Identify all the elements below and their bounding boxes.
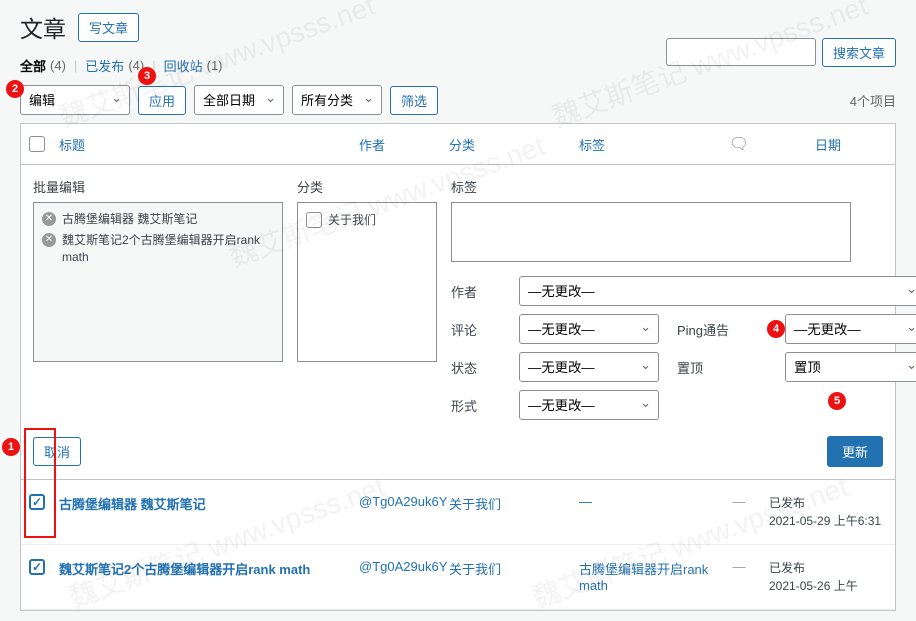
filter-trash-count: (1): [207, 58, 223, 73]
sticky-label: 置顶: [677, 358, 767, 377]
format-label: 形式: [451, 396, 501, 415]
status-label: 状态: [451, 358, 501, 377]
author-label: 作者: [451, 282, 501, 301]
sticky-select[interactable]: 置顶: [785, 352, 916, 382]
filter-button[interactable]: 筛选: [390, 86, 438, 115]
category-name: 关于我们: [328, 211, 376, 228]
column-category: 分类: [449, 135, 579, 154]
column-title[interactable]: 标题: [59, 135, 359, 154]
filter-all[interactable]: 全部: [20, 56, 46, 75]
table-row: 魏艾斯笔记2个古腾堡编辑器开启rank math @Tg0A29uk6Y 关于我…: [21, 545, 895, 610]
bulk-edit-label: 批量编辑: [33, 177, 283, 196]
format-select[interactable]: —无更改—: [519, 390, 659, 420]
filter-published[interactable]: 已发布: [85, 56, 124, 75]
status-select[interactable]: —无更改—: [519, 352, 659, 382]
category-checkbox[interactable]: [306, 212, 322, 228]
write-post-button[interactable]: 写文章: [78, 13, 139, 42]
tag-label: 标签: [451, 177, 851, 196]
annotation-5: 5: [828, 392, 846, 410]
comment-cell: —: [709, 494, 769, 509]
category-link[interactable]: 关于我们: [449, 562, 501, 577]
table-header: 标题 作者 分类 标签 🗨 日期: [21, 124, 895, 165]
separator: |: [74, 58, 77, 73]
category-label: 分类: [297, 177, 437, 196]
author-select[interactable]: —无更改—: [519, 276, 916, 306]
column-author: 作者: [359, 135, 449, 154]
date-cell: 已发布 2021-05-29 上午6:31: [769, 494, 887, 530]
comment-cell: —: [709, 559, 769, 574]
column-comments[interactable]: 🗨: [709, 134, 769, 154]
post-title-link[interactable]: 古腾堡编辑器 魏艾斯笔记: [59, 497, 206, 512]
search-button[interactable]: 搜索文章: [822, 38, 896, 67]
table-row: 古腾堡编辑器 魏艾斯笔记 @Tg0A29uk6Y 关于我们 — — 已发布 20…: [21, 480, 895, 545]
annotation-1: 1: [2, 438, 20, 456]
comment-icon: 🗨: [729, 136, 749, 153]
date-cell: 已发布 2021-05-26 上午: [769, 559, 887, 595]
category-filter-select[interactable]: 所有分类: [292, 85, 382, 115]
tag-link[interactable]: 古腾堡编辑器开启rank math: [579, 562, 708, 593]
bulk-title-text: 古腾堡编辑器 魏艾斯笔记: [62, 211, 197, 228]
page-title: 文章: [20, 10, 66, 44]
item-count: 4个项目: [850, 91, 896, 110]
bulk-title-text: 魏艾斯笔记2个古腾堡编辑器开启rank math: [62, 232, 274, 266]
search-input[interactable]: [666, 38, 816, 66]
category-checklist: 关于我们: [297, 202, 437, 362]
remove-icon[interactable]: ✕: [42, 233, 56, 247]
comment-label: 评论: [451, 320, 501, 339]
remove-icon[interactable]: ✕: [42, 212, 56, 226]
comment-select[interactable]: —无更改—: [519, 314, 659, 344]
ping-select[interactable]: —无更改—: [785, 314, 916, 344]
tag-cell: —: [579, 494, 709, 509]
author-link[interactable]: @Tg0A29uk6Y: [359, 559, 447, 574]
annotation-4: 4: [767, 320, 785, 338]
cancel-button[interactable]: 取消: [33, 437, 81, 466]
post-title-link[interactable]: 魏艾斯笔记2个古腾堡编辑器开启rank math: [59, 562, 310, 577]
column-tag: 标签: [579, 135, 709, 154]
author-link[interactable]: @Tg0A29uk6Y: [359, 494, 447, 509]
category-link[interactable]: 关于我们: [449, 497, 501, 512]
column-date[interactable]: 日期: [769, 135, 887, 154]
filter-all-count: (4): [50, 58, 66, 73]
category-option[interactable]: 关于我们: [306, 211, 428, 228]
filter-trash[interactable]: 回收站: [164, 56, 203, 75]
bulk-title-item: ✕ 魏艾斯笔记2个古腾堡编辑器开启rank math: [42, 232, 274, 266]
row-checkbox[interactable]: [29, 494, 45, 510]
apply-button[interactable]: 应用: [138, 86, 186, 115]
ping-label: Ping通告: [677, 320, 767, 339]
bulk-titles-list: ✕ 古腾堡编辑器 魏艾斯笔记 ✕ 魏艾斯笔记2个古腾堡编辑器开启rank mat…: [33, 202, 283, 362]
row-checkbox[interactable]: [29, 559, 45, 575]
annotation-3: 3: [138, 67, 156, 85]
posts-table: 标题 作者 分类 标签 🗨 日期 批量编辑 ✕ 古腾堡编辑器 魏艾斯笔记 ✕: [20, 123, 896, 611]
update-button[interactable]: 更新: [827, 436, 883, 467]
bulk-action-select[interactable]: 编辑: [20, 85, 130, 115]
annotation-2: 2: [6, 80, 24, 98]
select-all-checkbox[interactable]: [29, 136, 45, 152]
bulk-edit-panel: 批量编辑 ✕ 古腾堡编辑器 魏艾斯笔记 ✕ 魏艾斯笔记2个古腾堡编辑器开启ran…: [21, 165, 895, 480]
tag-input[interactable]: [451, 202, 851, 262]
bulk-title-item: ✕ 古腾堡编辑器 魏艾斯笔记: [42, 211, 274, 228]
date-filter-select[interactable]: 全部日期: [194, 85, 284, 115]
